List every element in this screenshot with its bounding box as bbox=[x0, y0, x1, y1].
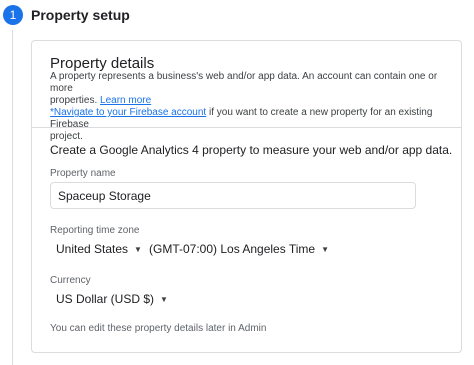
desc-line-4: project. bbox=[50, 131, 83, 142]
time-zone-label: Reporting time zone bbox=[50, 225, 140, 236]
step-header: 1 Property setup bbox=[0, 0, 474, 30]
currency-dropdown[interactable]: US Dollar (USD $) ▼ bbox=[56, 292, 168, 306]
desc-line-2: properties. Learn more bbox=[50, 95, 450, 107]
caret-down-icon: ▼ bbox=[160, 295, 168, 305]
footer-note: You can edit these property details late… bbox=[50, 323, 267, 334]
intro-text: Create a Google Analytics 4 property to … bbox=[50, 143, 453, 157]
desc-prefix: properties. bbox=[50, 95, 101, 106]
step-connector-line bbox=[12, 30, 13, 365]
card-title: Property details bbox=[50, 55, 155, 72]
desc-line-1: A property represents a business's web a… bbox=[50, 71, 438, 94]
caret-down-icon: ▼ bbox=[321, 245, 329, 255]
card-header: Property details A property represents a… bbox=[32, 41, 461, 142]
property-name-input[interactable] bbox=[50, 182, 416, 209]
currency-value: US Dollar (USD $) bbox=[56, 292, 155, 306]
learn-more-link[interactable]: Learn more bbox=[100, 95, 151, 106]
firebase-account-link[interactable]: *Navigate to your Firebase account bbox=[50, 107, 206, 118]
property-details-card: Property details A property represents a… bbox=[31, 40, 462, 353]
step-number-badge: 1 bbox=[3, 5, 23, 25]
time-zone-value: (GMT-07:00) Los Angeles Time bbox=[149, 242, 316, 256]
country-dropdown[interactable]: United States ▼ bbox=[56, 242, 142, 256]
property-name-label: Property name bbox=[50, 168, 116, 179]
caret-down-icon: ▼ bbox=[134, 245, 142, 255]
country-value: United States bbox=[56, 242, 129, 256]
card-description: A property represents a business's web a… bbox=[50, 71, 450, 143]
step-title: Property setup bbox=[31, 7, 130, 23]
time-zone-dropdown[interactable]: (GMT-07:00) Los Angeles Time ▼ bbox=[149, 242, 329, 256]
currency-label: Currency bbox=[50, 275, 91, 286]
desc-line-3: *Navigate to your Firebase account if yo… bbox=[50, 107, 450, 131]
